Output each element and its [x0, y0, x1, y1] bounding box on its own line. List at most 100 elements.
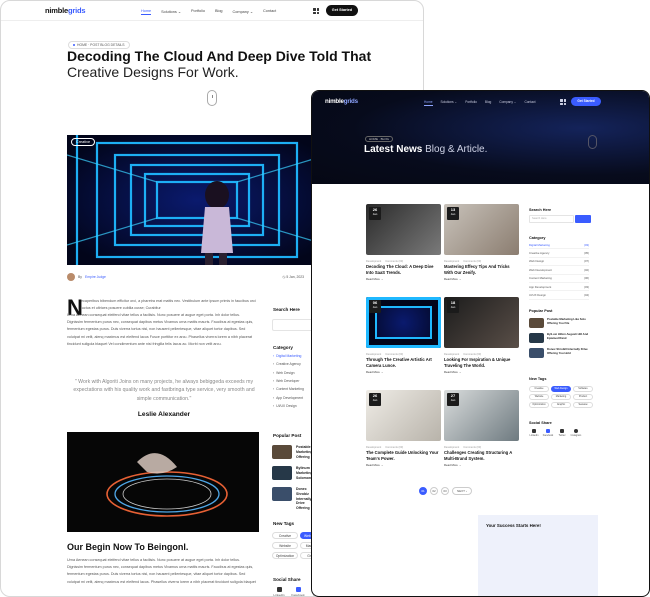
grid-menu-icon[interactable]: [313, 8, 319, 14]
logo[interactable]: nimblegrids: [325, 98, 358, 105]
card-meta: Development Comments (03): [366, 353, 404, 356]
popular-post-title: Popular Post: [529, 309, 553, 313]
logo-accent: grids: [67, 6, 86, 15]
category-item[interactable]: › Digital Marketing: [273, 352, 304, 360]
category-item[interactable]: UI/UX Design (04): [529, 291, 589, 300]
category-item[interactable]: › Web Design: [273, 369, 304, 377]
card-meta: Development Comments (03): [444, 446, 482, 449]
tag[interactable]: Product: [573, 394, 593, 400]
tag[interactable]: Optimization: [272, 552, 298, 559]
intro-paragraph: Urna Aenean consequat eleifend vitae tel…: [67, 313, 254, 346]
get-started-button[interactable]: Get Started: [326, 5, 358, 16]
category-item[interactable]: Content Marketing (06): [529, 275, 589, 283]
popular-post-item[interactable]: Postable Marketing Like Solo Offering Yo…: [529, 317, 592, 328]
tags-title: New Tags: [273, 521, 295, 526]
social-share-title: Social Share: [529, 421, 552, 425]
blog-card[interactable]: 13 Jan Development Comments (03) Mastering…: [444, 204, 519, 281]
popular-post-thumb: [529, 348, 544, 358]
composite-screenshot: nimblegrids Home Solutions ⌄ Portfolio B…: [0, 0, 650, 597]
nav-contact[interactable]: Contact: [263, 9, 276, 15]
breadcrumb: HOME · BLOG: [365, 136, 394, 142]
nav-contact[interactable]: Contact: [524, 100, 535, 106]
author-prefix: By: [78, 275, 82, 279]
grid-menu-icon[interactable]: [560, 99, 566, 105]
linkedin-icon[interactable]: Linkedin: [271, 587, 287, 596]
tag[interactable]: Web Design: [551, 386, 571, 392]
read-more-link[interactable]: Read More →: [366, 463, 441, 467]
nav-home[interactable]: Home: [424, 100, 433, 106]
success-banner: Your Success Starts Here!: [478, 515, 598, 596]
blog-card[interactable]: 27 Jan Development Comments (03) Challenge…: [444, 390, 519, 467]
logo[interactable]: nimblegrids: [45, 6, 86, 15]
category-item[interactable]: › Web Developer: [273, 377, 304, 385]
card-title[interactable]: Challenges Creating Structuring A Multi-…: [444, 450, 519, 461]
category-item[interactable]: Digital Marketing (03): [529, 241, 589, 250]
next-page-button[interactable]: NEXT ›: [452, 487, 472, 495]
read-more-link[interactable]: Read More →: [366, 277, 441, 281]
card-title[interactable]: Decoding The Cloud: A Deep Dive Into Saa…: [366, 264, 441, 275]
tag[interactable]: Website: [529, 394, 549, 400]
popular-post-title-text: Donec Shrobill Internally Drive Offering…: [547, 347, 588, 355]
nav-solutions[interactable]: Solutions ⌄: [441, 100, 458, 106]
popular-post-thumb: [272, 487, 292, 501]
blog-card[interactable]: 06 Jan Development Comments (03) Through T…: [366, 297, 441, 374]
tag[interactable]: Graphic: [551, 402, 571, 408]
card-title[interactable]: Mastering Effecy Tips And Tricks With Ou…: [444, 264, 519, 275]
search-button[interactable]: [575, 215, 591, 223]
page-2-button[interactable]: 02: [430, 487, 438, 495]
popular-post-item[interactable]: Byli-usi Hilton Augusti Hill And Epiamed…: [529, 332, 592, 343]
tag[interactable]: Optimization: [529, 402, 549, 408]
tag[interactable]: Website: [272, 542, 298, 549]
blog-card[interactable]: 26 Jan Development Comments (03) The Compl…: [366, 390, 441, 467]
category-item[interactable]: Creative Agency (05): [529, 249, 589, 258]
tag[interactable]: Marketing: [551, 394, 571, 400]
author-link[interactable]: Empire Judge: [85, 275, 106, 279]
card-title[interactable]: Looking For Inspiration & Unique Traveli…: [444, 357, 519, 368]
blog-card[interactable]: 18 Jan Development Comments (03) Looking F…: [444, 297, 519, 374]
nav-portfolio[interactable]: Portfolio: [465, 100, 477, 106]
card-title[interactable]: The Complete Guide Unlocking Your Team's…: [366, 450, 441, 461]
nav-company[interactable]: Company ⌄: [233, 9, 254, 15]
card-meta: Development Comments (03): [366, 260, 404, 263]
scroll-down-icon[interactable]: [588, 135, 597, 149]
nav-blog[interactable]: Blog: [215, 9, 223, 15]
nav-portfolio[interactable]: Portfolio: [191, 9, 205, 15]
nav-solutions[interactable]: Solutions ⌄: [161, 9, 181, 15]
read-more-link[interactable]: Read More →: [444, 370, 519, 374]
read-more-link[interactable]: Read More →: [366, 370, 441, 374]
category-badge[interactable]: Creative: [71, 138, 96, 146]
category-item[interactable]: Web Design (07): [529, 258, 589, 267]
linkedin-icon[interactable]: Linkedin: [528, 429, 540, 437]
instagram-icon[interactable]: Instagram: [570, 429, 582, 437]
logo-main: nimble: [45, 6, 68, 15]
tag[interactable]: Creative: [272, 532, 298, 539]
category-item[interactable]: Web Development (02): [529, 266, 589, 275]
twitter-icon[interactable]: Twitter: [556, 429, 568, 437]
facebook-icon[interactable]: Facebook: [542, 429, 554, 437]
category-item[interactable]: App Development (03): [529, 283, 589, 292]
category-item[interactable]: › App Development: [273, 393, 304, 401]
category-item[interactable]: › UI/UX Design: [273, 402, 304, 410]
card-image: 18 Jan: [444, 297, 519, 348]
page-1-button[interactable]: 01: [419, 487, 427, 495]
scroll-down-icon[interactable]: [207, 90, 217, 106]
blog-card[interactable]: 26 Jan Development Comments (03) Decoding …: [366, 204, 441, 281]
tag[interactable]: Creative: [529, 386, 549, 392]
page-3-button[interactable]: 03: [441, 487, 449, 495]
nav-blog[interactable]: Blog: [485, 100, 491, 106]
category-item[interactable]: › Content Marketing: [273, 385, 304, 393]
main-menu: Home Solutions ⌄ Portfolio Blog Company …: [141, 9, 276, 15]
tag[interactable]: Software: [573, 386, 593, 392]
get-started-button[interactable]: Get Started: [571, 97, 601, 106]
tag[interactable]: Seaview: [573, 402, 593, 408]
read-more-link[interactable]: Read More →: [444, 463, 519, 467]
category-item[interactable]: › Creative Agency: [273, 360, 304, 368]
popular-post-item[interactable]: Donec Shrobill Internally Drive Offering…: [529, 347, 592, 358]
card-title[interactable]: Through The Creative Artistic Art Camera…: [366, 357, 441, 368]
nav-company[interactable]: Company ⌄: [499, 100, 516, 106]
nav-home[interactable]: Home: [141, 9, 152, 15]
read-more-link[interactable]: Read More →: [444, 277, 519, 281]
search-input[interactable]: Search Here: [529, 215, 574, 223]
date-badge: 06 Jan: [369, 300, 381, 313]
facebook-icon[interactable]: Facebook: [290, 587, 306, 596]
